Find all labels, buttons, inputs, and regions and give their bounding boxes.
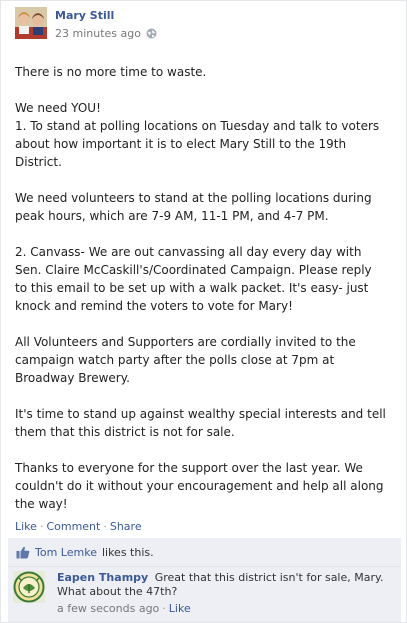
comment-meta-separator: · [162, 602, 166, 615]
comment-meta: a few seconds ago · Like [57, 602, 191, 615]
share-link[interactable]: Share [110, 520, 142, 533]
comment-link[interactable]: Comment [46, 520, 100, 533]
action-separator: · [103, 520, 107, 533]
comment-item: Eapen Thampy Great that this district is… [13, 571, 398, 619]
commenter-avatar-image [13, 571, 45, 603]
thumbs-up-icon [16, 546, 30, 559]
post-author-name[interactable]: Mary Still [55, 9, 114, 22]
author-avatar[interactable] [15, 7, 47, 39]
comment-like-link[interactable]: Like [169, 602, 191, 615]
feedback-panel: Tom Lemke likes this. Eapen Thampy Great… [8, 538, 401, 622]
facebook-post: Mary Still 23 minutes ago There is no mo… [0, 0, 407, 623]
commenter-avatar[interactable] [13, 571, 45, 603]
commenter-name[interactable]: Eapen Thampy [57, 571, 148, 584]
action-separator: · [39, 520, 44, 533]
comment-text-block: Eapen Thampy Great that this district is… [57, 571, 392, 599]
post-meta: 23 minutes ago [55, 27, 157, 40]
likes-suffix: likes this. [101, 546, 154, 559]
liker-name[interactable]: Tom Lemke [35, 546, 97, 559]
likes-summary: Tom Lemke likes this. [16, 546, 154, 559]
post-timestamp[interactable]: 23 minutes ago [55, 27, 141, 40]
post-body: There is no more time to waste. We need … [15, 65, 386, 511]
globe-icon [146, 28, 157, 39]
like-link[interactable]: Like [15, 520, 37, 533]
post-actions: Like · Comment · Share [15, 520, 142, 533]
comment-timestamp[interactable]: a few seconds ago [57, 602, 159, 615]
divider [8, 566, 401, 567]
author-avatar-image [15, 7, 47, 39]
